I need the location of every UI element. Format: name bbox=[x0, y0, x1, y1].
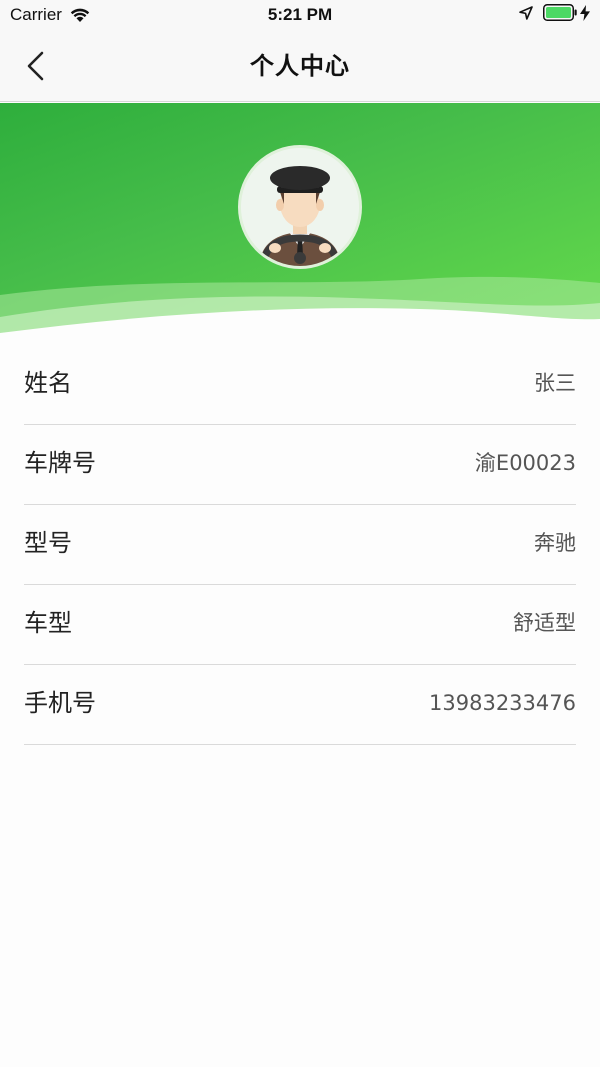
status-time: 5:21 PM bbox=[267, 5, 333, 24]
chevron-left-icon bbox=[27, 51, 44, 81]
profile-banner bbox=[0, 103, 600, 345]
driver-avatar-icon bbox=[241, 148, 359, 266]
vehicle-type-value: 舒适型 bbox=[513, 611, 576, 635]
profile-screen: Carrier 5:21 PM 个人中心 姓名 张三 车牌号 渝E00023 型… bbox=[0, 0, 600, 1067]
status-right bbox=[519, 4, 590, 21]
wave-decoration bbox=[0, 276, 600, 345]
info-row-name[interactable]: 姓名 张三 bbox=[24, 345, 576, 425]
info-row-plate[interactable]: 车牌号 渝E00023 bbox=[24, 425, 576, 505]
page-title: 个人中心 bbox=[250, 52, 350, 80]
model-value: 奔驰 bbox=[534, 531, 576, 555]
name-value: 张三 bbox=[534, 371, 576, 395]
back-button[interactable] bbox=[14, 44, 58, 88]
phone-value: 13983233476 bbox=[429, 691, 576, 715]
name-label: 姓名 bbox=[24, 369, 72, 397]
avatar[interactable] bbox=[238, 145, 362, 269]
charging-bolt-icon bbox=[580, 4, 590, 21]
phone-label: 手机号 bbox=[24, 689, 96, 717]
info-row-model[interactable]: 型号 奔驰 bbox=[24, 505, 576, 585]
model-label: 型号 bbox=[24, 529, 72, 557]
battery-icon bbox=[543, 4, 577, 21]
location-arrow-icon bbox=[519, 5, 533, 20]
info-row-vehicle-type[interactable]: 车型 舒适型 bbox=[24, 585, 576, 665]
vehicle-type-label: 车型 bbox=[24, 609, 72, 637]
navigation-bar: 个人中心 bbox=[0, 30, 600, 102]
plate-value: 渝E00023 bbox=[474, 451, 576, 475]
plate-label: 车牌号 bbox=[24, 449, 96, 477]
info-row-phone[interactable]: 手机号 13983233476 bbox=[24, 665, 576, 745]
status-bar: Carrier 5:21 PM bbox=[0, 0, 600, 30]
profile-info-list: 姓名 张三 车牌号 渝E00023 型号 奔驰 车型 舒适型 手机号 13983… bbox=[0, 345, 600, 745]
